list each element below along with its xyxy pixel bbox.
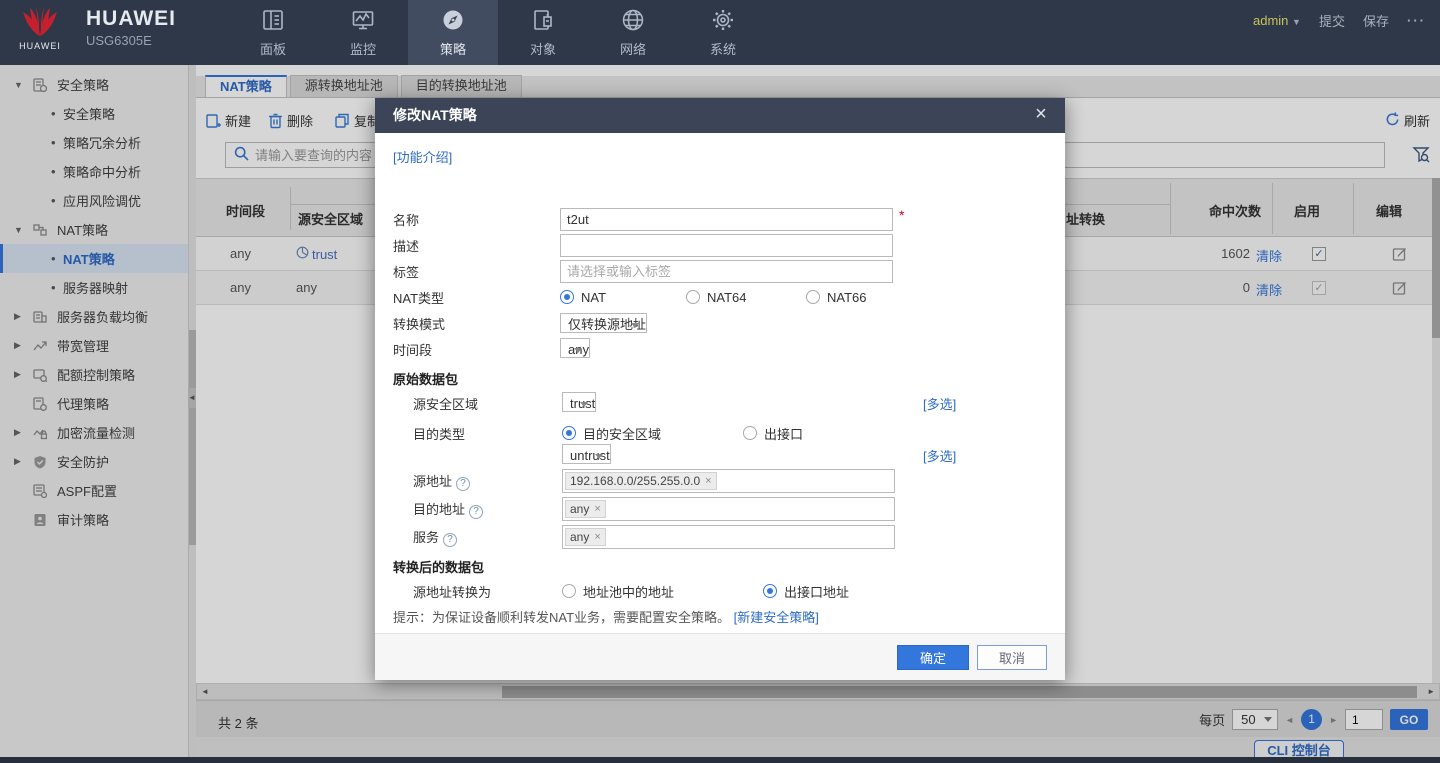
radio-out-interface[interactable]: 出接口 — [743, 424, 803, 443]
remove-chip-icon[interactable]: × — [594, 503, 600, 515]
addr-chip: any× — [565, 500, 606, 518]
radio-dst-zone[interactable]: 目的安全区域 — [562, 424, 661, 443]
app-window: HUAWEI HUAWEI USG6305E 面板 监 — [0, 0, 1440, 763]
cancel-button[interactable]: 取消 — [977, 645, 1047, 670]
nav-item-monitor[interactable]: 监控 — [318, 0, 408, 65]
nav-item-label: 监控 — [350, 39, 376, 58]
system-gear-icon — [711, 8, 735, 35]
radio-nat64[interactable]: NAT64 — [686, 290, 747, 305]
service-field[interactable]: any× — [562, 525, 895, 549]
remove-chip-icon[interactable]: × — [705, 475, 711, 487]
chevron-down-icon: ▼ — [1292, 17, 1301, 27]
service-chip: any× — [565, 528, 606, 546]
src-trans-label: 源地址转换为 — [413, 582, 491, 601]
brand-model: USG6305E — [86, 33, 176, 48]
nav-item-label: 策略 — [440, 39, 466, 58]
feature-intro-link[interactable]: [功能介绍] — [393, 147, 452, 166]
dst-addr-field[interactable]: any× — [562, 497, 895, 521]
radio-icon[interactable] — [743, 426, 757, 440]
chevron-down-icon — [580, 402, 588, 407]
help-icon[interactable]: ? — [456, 477, 470, 491]
radio-icon[interactable] — [806, 290, 820, 304]
brand: HUAWEI HUAWEI USG6305E — [12, 4, 176, 51]
radio-icon[interactable] — [562, 584, 576, 598]
nav-item-policy[interactable]: 策略 — [408, 0, 498, 65]
dialog-title: 修改NAT策略 — [393, 107, 477, 123]
src-addr-label: 源地址? — [413, 471, 470, 491]
dst-zone-select[interactable]: untrust — [562, 444, 611, 464]
service-label: 服务? — [413, 527, 457, 547]
submit-button[interactable]: 提交 — [1319, 11, 1345, 30]
required-mark: * — [899, 207, 904, 223]
nav-item-system[interactable]: 系统 — [678, 0, 768, 65]
top-nav-bar: HUAWEI HUAWEI USG6305E 面板 监 — [0, 0, 1440, 65]
dialog-footer: 确定 取消 — [375, 633, 1065, 680]
help-icon[interactable]: ? — [443, 533, 457, 547]
name-input[interactable] — [560, 208, 893, 231]
chevron-down-icon — [595, 454, 603, 459]
logo-word: HUAWEI — [12, 41, 68, 51]
save-button[interactable]: 保存 — [1363, 11, 1389, 30]
nat-type-label: NAT类型 — [393, 288, 444, 307]
desc-input[interactable] — [560, 234, 893, 257]
nav-item-label: 对象 — [530, 39, 556, 58]
chevron-down-icon — [631, 323, 639, 328]
radio-icon[interactable] — [562, 426, 576, 440]
src-zone-label: 源安全区域 — [413, 394, 542, 413]
nav-item-label: 面板 — [260, 39, 286, 58]
radio-icon[interactable] — [686, 290, 700, 304]
user-menu[interactable]: admin ▼ — [1253, 13, 1301, 28]
radio-address-pool[interactable]: 地址池中的地址 — [562, 582, 674, 601]
trans-mode-select[interactable]: 仅转换源地址 — [560, 313, 647, 333]
brand-name: HUAWEI — [86, 7, 176, 31]
dst-addr-label: 目的地址? — [413, 499, 483, 519]
close-icon[interactable]: × — [1029, 98, 1053, 133]
new-security-policy-link[interactable]: [新建安全策略] — [734, 610, 819, 625]
monitor-icon — [351, 8, 375, 35]
dashboard-icon — [261, 8, 285, 35]
section-original-packet: 原始数据包 — [393, 369, 458, 388]
ok-button[interactable]: 确定 — [897, 645, 969, 670]
dst-type-label: 目的类型 — [413, 424, 465, 443]
nav-item-dashboard[interactable]: 面板 — [228, 0, 318, 65]
time-range-label: 时间段 — [393, 340, 432, 359]
name-label: 名称 — [393, 210, 419, 229]
huawei-logo-icon: HUAWEI — [12, 4, 68, 51]
dialog-tip: 提示：为保证设备顺利转发NAT业务，需要配置安全策略。 [新建安全策略] — [393, 607, 819, 626]
radio-icon[interactable] — [560, 290, 574, 304]
desc-label: 描述 — [393, 236, 419, 255]
dialog-body: [功能介绍] 名称 * 描述 标签 NAT类型 NAT NAT64 NAT66 — [375, 133, 1065, 633]
nav-item-object[interactable]: 对象 — [498, 0, 588, 65]
tag-label: 标签 — [393, 262, 419, 281]
src-zone-multi-link[interactable]: [多选] — [923, 394, 956, 413]
policy-compass-icon — [441, 8, 465, 35]
time-range-select[interactable]: any — [560, 338, 590, 358]
trans-mode-label: 转换模式 — [393, 314, 445, 333]
more-menu-button[interactable]: ··· — [1407, 13, 1426, 28]
addr-chip: 192.168.0.0/255.255.0.0× — [565, 472, 717, 490]
radio-icon[interactable] — [763, 584, 777, 598]
dialog-header: 修改NAT策略 × — [375, 98, 1065, 133]
chevron-down-icon — [574, 348, 582, 353]
radio-nat[interactable]: NAT — [560, 290, 606, 305]
nav-item-label: 系统 — [710, 39, 736, 58]
nav-item-label: 网络 — [620, 39, 646, 58]
remove-chip-icon[interactable]: × — [594, 531, 600, 543]
section-translated-packet: 转换后的数据包 — [393, 557, 484, 576]
network-globe-icon — [621, 8, 645, 35]
dst-zone-multi-link[interactable]: [多选] — [923, 446, 956, 465]
help-icon[interactable]: ? — [469, 505, 483, 519]
edit-nat-policy-dialog: 修改NAT策略 × [功能介绍] 名称 * 描述 标签 NAT类型 NAT NA… — [375, 98, 1065, 680]
object-icon — [531, 8, 555, 35]
src-zone-select[interactable]: trust — [562, 392, 596, 412]
nav-item-network[interactable]: 网络 — [588, 0, 678, 65]
radio-nat66[interactable]: NAT66 — [806, 290, 867, 305]
tag-input[interactable] — [560, 260, 893, 283]
radio-out-interface-addr[interactable]: 出接口地址 — [763, 582, 849, 601]
src-addr-field[interactable]: 192.168.0.0/255.255.0.0× — [562, 469, 895, 493]
main-nav: 面板 监控 策略 — [228, 0, 768, 65]
